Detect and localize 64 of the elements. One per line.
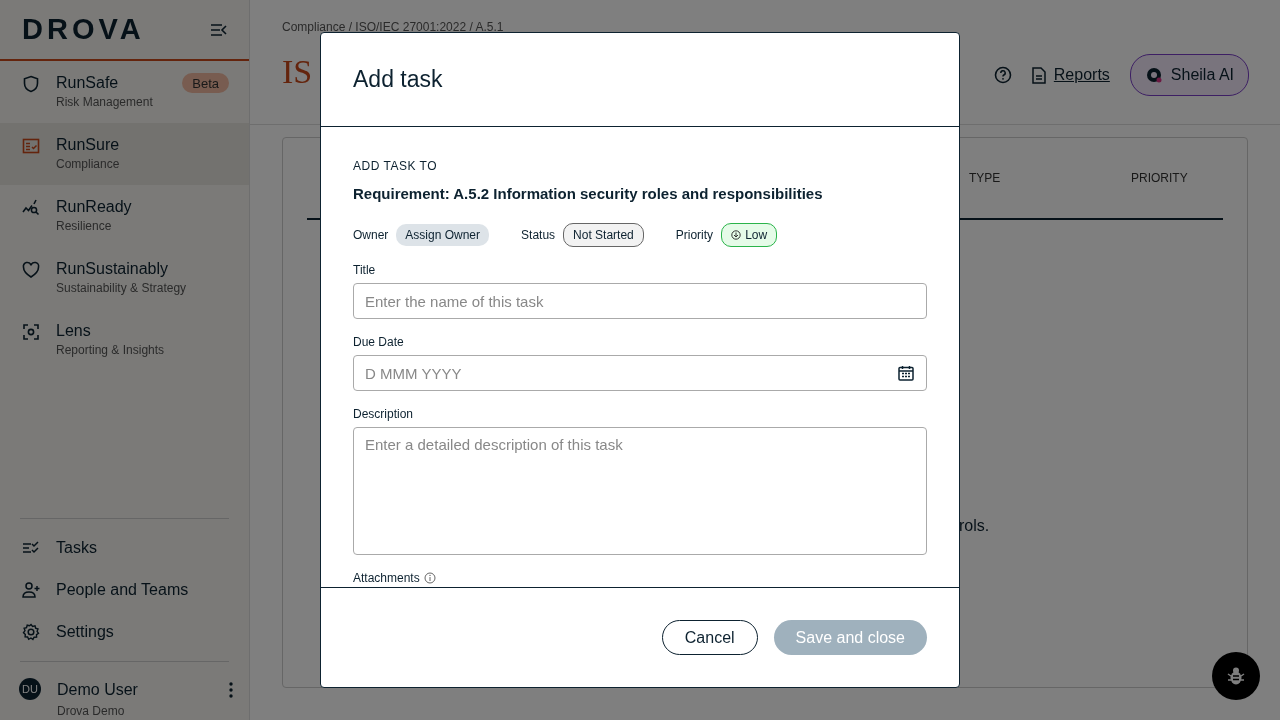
priority-label: Priority: [675, 227, 714, 245]
calendar-icon[interactable]: [898, 365, 914, 382]
assistant-avatar-icon: [1144, 66, 1163, 84]
module-title: RunSustainably: [56, 259, 170, 279]
bug-report-button[interactable]: [1212, 652, 1260, 700]
bug-icon: [1227, 666, 1245, 686]
nav-item[interactable]: Settings: [56, 620, 114, 644]
reports-link[interactable]: Reports: [1053, 63, 1110, 87]
priority-chip[interactable]: Low: [721, 223, 778, 248]
shield-icon: [22, 75, 40, 93]
breadcrumb[interactable]: Compliance / ISO/IEC 27001:2022 / A.5.1: [282, 18, 1248, 36]
assistant-button[interactable]: Sheila AI: [1129, 54, 1249, 96]
status-label: Status: [521, 227, 556, 245]
module-title: RunReady: [56, 197, 132, 217]
module-subtitle: Reporting & Insights: [56, 342, 165, 359]
sidebar-module[interactable]: RunSafe Risk Management Beta: [0, 61, 249, 123]
field-label: Description: [353, 406, 415, 424]
page-title: IS: [282, 52, 313, 92]
sidebar-module[interactable]: RunSustainably Sustainability & Strategy: [0, 247, 249, 309]
collapse-menu-icon[interactable]: [211, 23, 227, 36]
document-icon: [1031, 66, 1046, 84]
date-field[interactable]: D MMM YYYY: [353, 355, 927, 392]
field-label: Due Date: [353, 334, 405, 352]
settings-icon: [22, 623, 40, 641]
focus-icon: [22, 323, 40, 341]
nav-item[interactable]: People and Teams: [56, 578, 189, 602]
module-subtitle: Compliance: [56, 156, 120, 173]
logo: DROVA: [22, 11, 145, 47]
field-label: Title: [353, 262, 377, 280]
sidebar-module[interactable]: RunReady Resilience: [0, 185, 249, 247]
column-header[interactable]: PRIORITY: [1131, 169, 1223, 187]
attachments-label: Attachments: [353, 570, 420, 588]
module-title: Lens: [56, 321, 92, 341]
user-organization: Drova Demo: [57, 703, 126, 720]
help-icon[interactable]: [993, 66, 1012, 84]
cancel-button[interactable]: Cancel: [661, 620, 758, 656]
title-field[interactable]: Enter the name of this task: [353, 283, 927, 320]
owner-label: Owner: [353, 227, 389, 245]
sidebar-module[interactable]: RunSure Compliance: [0, 123, 249, 185]
user-name: Demo User: [57, 680, 138, 700]
more-options-icon[interactable]: [229, 682, 233, 698]
module-subtitle: Sustainability & Strategy: [56, 280, 187, 297]
checklist-icon: [22, 137, 40, 155]
chart-search-icon: [22, 199, 40, 217]
dialog-title: Add task: [353, 65, 443, 94]
sidebar-module[interactable]: Lens Reporting & Insights: [0, 309, 249, 371]
module-subtitle: Resilience: [56, 218, 113, 235]
module-title: RunSure: [56, 135, 120, 155]
status-chip[interactable]: Not Started: [563, 223, 644, 248]
empty-state-text: rols.: [959, 516, 990, 536]
user-avatar: DU: [19, 678, 41, 700]
info-icon[interactable]: [423, 572, 436, 585]
heart-icon: [22, 261, 40, 279]
description-field[interactable]: Enter a detailed description of this task: [353, 427, 927, 556]
section-label: ADD TASK TO: [353, 157, 438, 175]
arrow-down-circle-icon: [731, 230, 742, 241]
beta-badge: Beta: [182, 73, 229, 93]
requirement-title: Requirement: A.5.2 Information security roles and responsibilities: [353, 183, 824, 204]
owner-chip[interactable]: Assign Owner: [396, 224, 490, 247]
module-subtitle: Risk Management: [56, 94, 153, 111]
module-title: RunSafe: [56, 73, 120, 93]
column-header[interactable]: TYPE: [969, 169, 1131, 187]
nav-item[interactable]: Tasks: [56, 536, 97, 560]
add-person-icon: [22, 581, 40, 599]
